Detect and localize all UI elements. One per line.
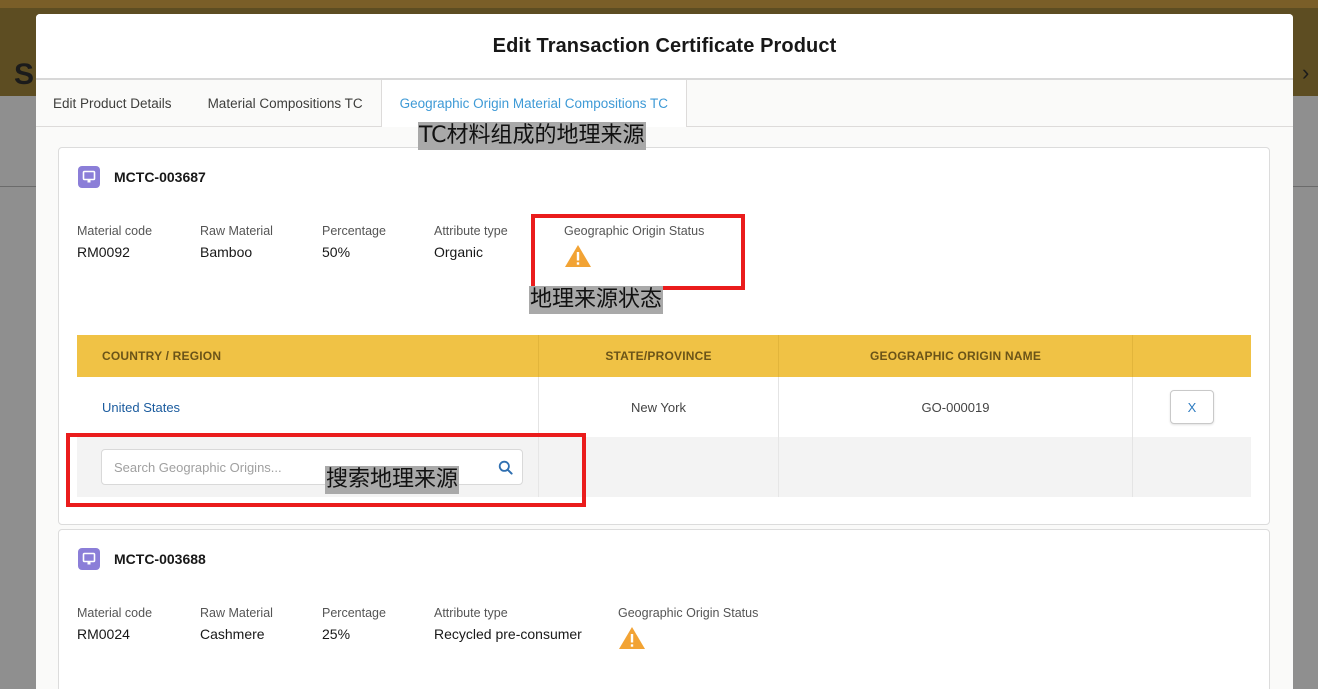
tab-edit-product-details[interactable]: Edit Product Details — [36, 80, 190, 126]
field-attribute-type: Attribute type Organic — [434, 224, 508, 260]
material-composition-card: MCTC-003688 Material code RM0024 Raw Mat… — [58, 529, 1270, 689]
field-label: Percentage — [322, 606, 386, 620]
column-header-state: STATE/PROVINCE — [538, 335, 778, 377]
card-code: MCTC-003687 — [114, 169, 206, 185]
column-header-country: COUNTRY / REGION — [102, 349, 222, 363]
empty-cell — [1132, 437, 1251, 497]
field-value: Cashmere — [200, 626, 265, 642]
table-row: United States New York GO-000019 X — [77, 377, 1251, 437]
card-code: MCTC-003688 — [114, 551, 206, 567]
origin-name-cell: GO-000019 — [778, 377, 1132, 437]
field-percentage: Percentage 50% — [322, 224, 386, 260]
field-value: Recycled pre-consumer — [434, 626, 582, 642]
warning-icon — [618, 626, 758, 655]
tab-bar: Edit Product Details Material Compositio… — [36, 80, 1293, 127]
field-value: 50% — [322, 244, 351, 260]
modal-title: Edit Transaction Certificate Product — [492, 34, 837, 57]
card-header: MCTC-003687 — [78, 166, 206, 188]
annotation-box-status — [531, 214, 745, 290]
modal-header: Edit Transaction Certificate Product — [36, 14, 1293, 80]
field-label: Geographic Origin Status — [618, 606, 759, 620]
state-cell: New York — [538, 377, 778, 437]
field-label: Raw Material — [200, 224, 273, 238]
record-icon — [78, 548, 100, 570]
field-material-code: Material code RM0024 — [77, 606, 152, 642]
remove-origin-button[interactable]: X — [1170, 390, 1214, 424]
field-raw-material: Raw Material Cashmere — [200, 606, 273, 642]
background-app-topbar — [0, 0, 1318, 8]
field-percentage: Percentage 25% — [322, 606, 386, 642]
field-label: Percentage — [322, 224, 386, 238]
field-value: RM0024 — [77, 626, 130, 642]
actions-cell: X — [1132, 377, 1251, 437]
field-attribute-type: Attribute type Recycled pre-consumer — [434, 606, 582, 642]
field-value: Bamboo — [200, 244, 253, 260]
field-geographic-origin-status: Geographic Origin Status — [618, 606, 758, 655]
table-header: COUNTRY / REGION STATE/PROVINCE GEOGRAPH… — [77, 335, 1251, 377]
country-link[interactable]: United States — [77, 377, 538, 437]
annotation-status-caption: 地理来源状态 — [529, 286, 664, 314]
edit-product-modal: Edit Transaction Certificate Product Edi… — [36, 14, 1293, 689]
field-label: Material code — [77, 606, 153, 620]
field-label: Attribute type — [434, 606, 508, 620]
record-icon — [78, 166, 100, 188]
field-value: Organic — [434, 244, 484, 260]
field-label: Raw Material — [200, 606, 273, 620]
annotation-tab-caption: TC材料组成的地理来源 — [418, 122, 646, 150]
field-label: Attribute type — [434, 224, 508, 238]
modal-body: Edit Product Details Material Compositio… — [36, 80, 1293, 689]
tab-geographic-origin-material-compositions[interactable]: Geographic Origin Material Compositions … — [380, 80, 687, 127]
empty-cell — [778, 437, 1132, 497]
card-header: MCTC-003688 — [78, 548, 206, 570]
field-value: 25% — [322, 626, 351, 642]
tab-material-compositions[interactable]: Material Compositions TC — [190, 80, 381, 126]
field-label: Material code — [77, 224, 153, 238]
field-value: RM0092 — [77, 244, 130, 260]
field-material-code: Material code RM0092 — [77, 224, 152, 260]
background-app-chevron-icon: › — [1302, 60, 1310, 85]
field-raw-material: Raw Material Bamboo — [200, 224, 273, 260]
annotation-search-caption: 搜索地理来源 — [325, 466, 460, 494]
background-app-logo: S — [14, 58, 35, 91]
column-header-origin-name: GEOGRAPHIC ORIGIN NAME — [778, 335, 1132, 377]
column-header-actions — [1132, 335, 1251, 377]
